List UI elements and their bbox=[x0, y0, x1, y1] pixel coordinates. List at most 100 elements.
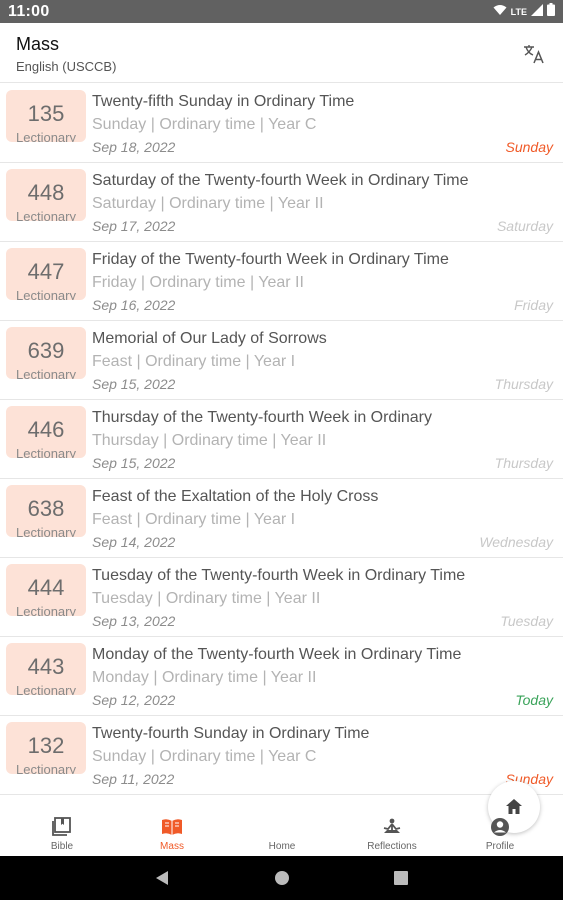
lectionary-badge: 443 Lectionary bbox=[6, 643, 86, 695]
network-type: LTE bbox=[510, 6, 527, 17]
entry-title: Thursday of the Twenty-fourth Week in Or… bbox=[92, 409, 433, 426]
lectionary-badge: 444 Lectionary bbox=[6, 564, 86, 616]
entry-date: Sep 17, 2022 bbox=[92, 218, 176, 234]
entry-date: Sep 11, 2022 bbox=[92, 771, 175, 787]
entry-meta: Sunday | Ordinary time | Year C bbox=[92, 116, 317, 133]
lectionary-number: 135 bbox=[27, 101, 65, 126]
entry-meta: Monday | Ordinary time | Year II bbox=[92, 669, 317, 686]
recents-icon bbox=[394, 871, 408, 885]
nav-home-label: Home bbox=[268, 841, 296, 852]
entry-day: Tuesday bbox=[500, 613, 553, 629]
entry-title: Tuesday of the Twenty-fourth Week in Ord… bbox=[92, 567, 466, 584]
entry-title: Friday of the Twenty-fourth Week in Ordi… bbox=[92, 251, 449, 268]
entry-date: Sep 15, 2022 bbox=[92, 455, 176, 471]
lectionary-badge: 132 Lectionary bbox=[6, 722, 86, 774]
back-button[interactable] bbox=[152, 868, 172, 888]
nav-reflections-label: Reflections bbox=[367, 841, 417, 852]
profile-icon bbox=[491, 818, 509, 836]
lectionary-label: Lectionary bbox=[16, 367, 76, 380]
entry-meta: Feast | Ordinary time | Year I bbox=[92, 511, 296, 528]
list-item[interactable]: 135 Lectionary Twenty-fifth Sunday in Ordi… bbox=[0, 84, 563, 163]
entry-day: Thursday bbox=[494, 376, 553, 392]
wifi-icon bbox=[493, 3, 507, 21]
home-system-button[interactable] bbox=[272, 868, 292, 888]
list-item[interactable]: 446 Lectionary Thursday of the Twenty-four… bbox=[0, 400, 563, 479]
nav-mass-label: Mass bbox=[160, 841, 184, 852]
lectionary-number: 132 bbox=[27, 733, 65, 758]
nav-bible-label: Bible bbox=[50, 841, 74, 852]
nav-mass[interactable]: Mass bbox=[122, 795, 222, 857]
entry-meta: Feast | Ordinary time | Year I bbox=[92, 353, 296, 370]
entry-title: Saturday of the Twenty-fourth Week in Or… bbox=[92, 172, 469, 189]
nav-bible[interactable]: Bible bbox=[12, 795, 112, 857]
lectionary-label: Lectionary bbox=[16, 130, 76, 143]
list-item[interactable]: 639 Lectionary Memorial of Our Lady of Sor… bbox=[0, 321, 563, 400]
lectionary-number: 443 bbox=[27, 654, 65, 679]
nav-reflections[interactable]: Reflections bbox=[342, 795, 442, 857]
list-item[interactable]: 638 Lectionary Feast of the Exaltation of … bbox=[0, 479, 563, 558]
entry-title: Twenty-fourth Sunday in Ordinary Time bbox=[92, 725, 370, 742]
app-header: Mass English (USCCB) bbox=[0, 23, 563, 83]
entry-meta: Tuesday | Ordinary time | Year II bbox=[92, 590, 321, 607]
bottom-nav: Bible Mass Home Reflections Profile bbox=[0, 781, 563, 857]
list-item[interactable]: 444 Lectionary Tuesday of the Twenty-fourt… bbox=[0, 558, 563, 637]
mass-list: 135 Lectionary Twenty-fifth Sunday in Ordi… bbox=[0, 84, 563, 794]
entry-day: Saturday bbox=[496, 218, 553, 234]
battery-icon bbox=[547, 2, 555, 21]
lectionary-badge: 639 Lectionary bbox=[6, 327, 86, 379]
page-title: Mass bbox=[16, 34, 60, 54]
lectionary-badge: 448 Lectionary bbox=[6, 169, 86, 221]
back-icon bbox=[156, 871, 168, 885]
lectionary-number: 448 bbox=[27, 180, 65, 205]
entry-meta: Saturday | Ordinary time | Year II bbox=[92, 195, 324, 212]
entry-title: Twenty-fifth Sunday in Ordinary Time bbox=[92, 93, 355, 110]
list-item[interactable]: 448 Lectionary Saturday of the Twenty-four… bbox=[0, 163, 563, 242]
list-item[interactable]: 132 Lectionary Twenty-fourth Sunday in Ord… bbox=[0, 716, 563, 794]
entry-title: Monday of the Twenty-fourth Week in Ordi… bbox=[92, 646, 462, 663]
bible-icon bbox=[52, 817, 71, 836]
lectionary-label: Lectionary bbox=[16, 683, 76, 696]
lectionary-number: 444 bbox=[27, 575, 65, 600]
entry-date: Sep 14, 2022 bbox=[92, 534, 176, 550]
entry-meta: Sunday | Ordinary time | Year C bbox=[92, 748, 317, 765]
lectionary-number: 447 bbox=[27, 259, 65, 284]
lectionary-badge: 447 Lectionary bbox=[6, 248, 86, 300]
recents-button[interactable] bbox=[391, 868, 411, 888]
lectionary-label: Lectionary bbox=[16, 288, 76, 301]
nav-profile[interactable]: Profile bbox=[450, 795, 550, 857]
lectionary-badge: 135 Lectionary bbox=[6, 90, 86, 142]
entry-day: Friday bbox=[514, 297, 553, 313]
status-icons: LTE bbox=[493, 2, 555, 21]
entry-date: Sep 13, 2022 bbox=[92, 613, 176, 629]
translate-button[interactable] bbox=[521, 41, 547, 67]
entry-title: Memorial of Our Lady of Sorrows bbox=[92, 330, 327, 347]
lectionary-number: 446 bbox=[27, 417, 65, 442]
entry-day: Wednesday bbox=[479, 534, 553, 550]
translate-icon bbox=[524, 45, 544, 64]
entry-date: Sep 15, 2022 bbox=[92, 376, 176, 392]
status-time: 11:00 bbox=[8, 2, 50, 20]
entry-date: Sep 16, 2022 bbox=[92, 297, 176, 313]
entry-meta: Thursday | Ordinary time | Year II bbox=[92, 432, 327, 449]
entry-meta: Friday | Ordinary time | Year II bbox=[92, 274, 304, 291]
entry-date: Sep 18, 2022 bbox=[92, 139, 176, 155]
lectionary-label: Lectionary bbox=[16, 446, 76, 459]
home-circle-icon bbox=[275, 871, 289, 885]
lectionary-label: Lectionary bbox=[16, 762, 76, 775]
entry-day: Today bbox=[515, 692, 553, 708]
lectionary-label: Lectionary bbox=[16, 209, 76, 222]
list-item[interactable]: 443 Lectionary Monday of the Twenty-fourth… bbox=[0, 637, 563, 716]
entry-date: Sep 12, 2022 bbox=[92, 692, 176, 708]
lectionary-badge: 446 Lectionary bbox=[6, 406, 86, 458]
nav-home[interactable]: Home bbox=[232, 781, 540, 857]
lectionary-label: Lectionary bbox=[16, 525, 76, 538]
language-subtitle: English (USCCB) bbox=[16, 59, 117, 74]
entry-day: Sunday bbox=[505, 139, 553, 155]
lectionary-number: 638 bbox=[27, 496, 65, 521]
list-item[interactable]: 447 Lectionary Friday of the Twenty-fourth… bbox=[0, 242, 563, 321]
nav-profile-label: Profile bbox=[485, 841, 515, 852]
status-bar: 11:00 LTE bbox=[0, 0, 563, 23]
system-nav-bar bbox=[0, 856, 563, 900]
reflections-icon bbox=[383, 818, 401, 833]
lectionary-label: Lectionary bbox=[16, 604, 76, 617]
